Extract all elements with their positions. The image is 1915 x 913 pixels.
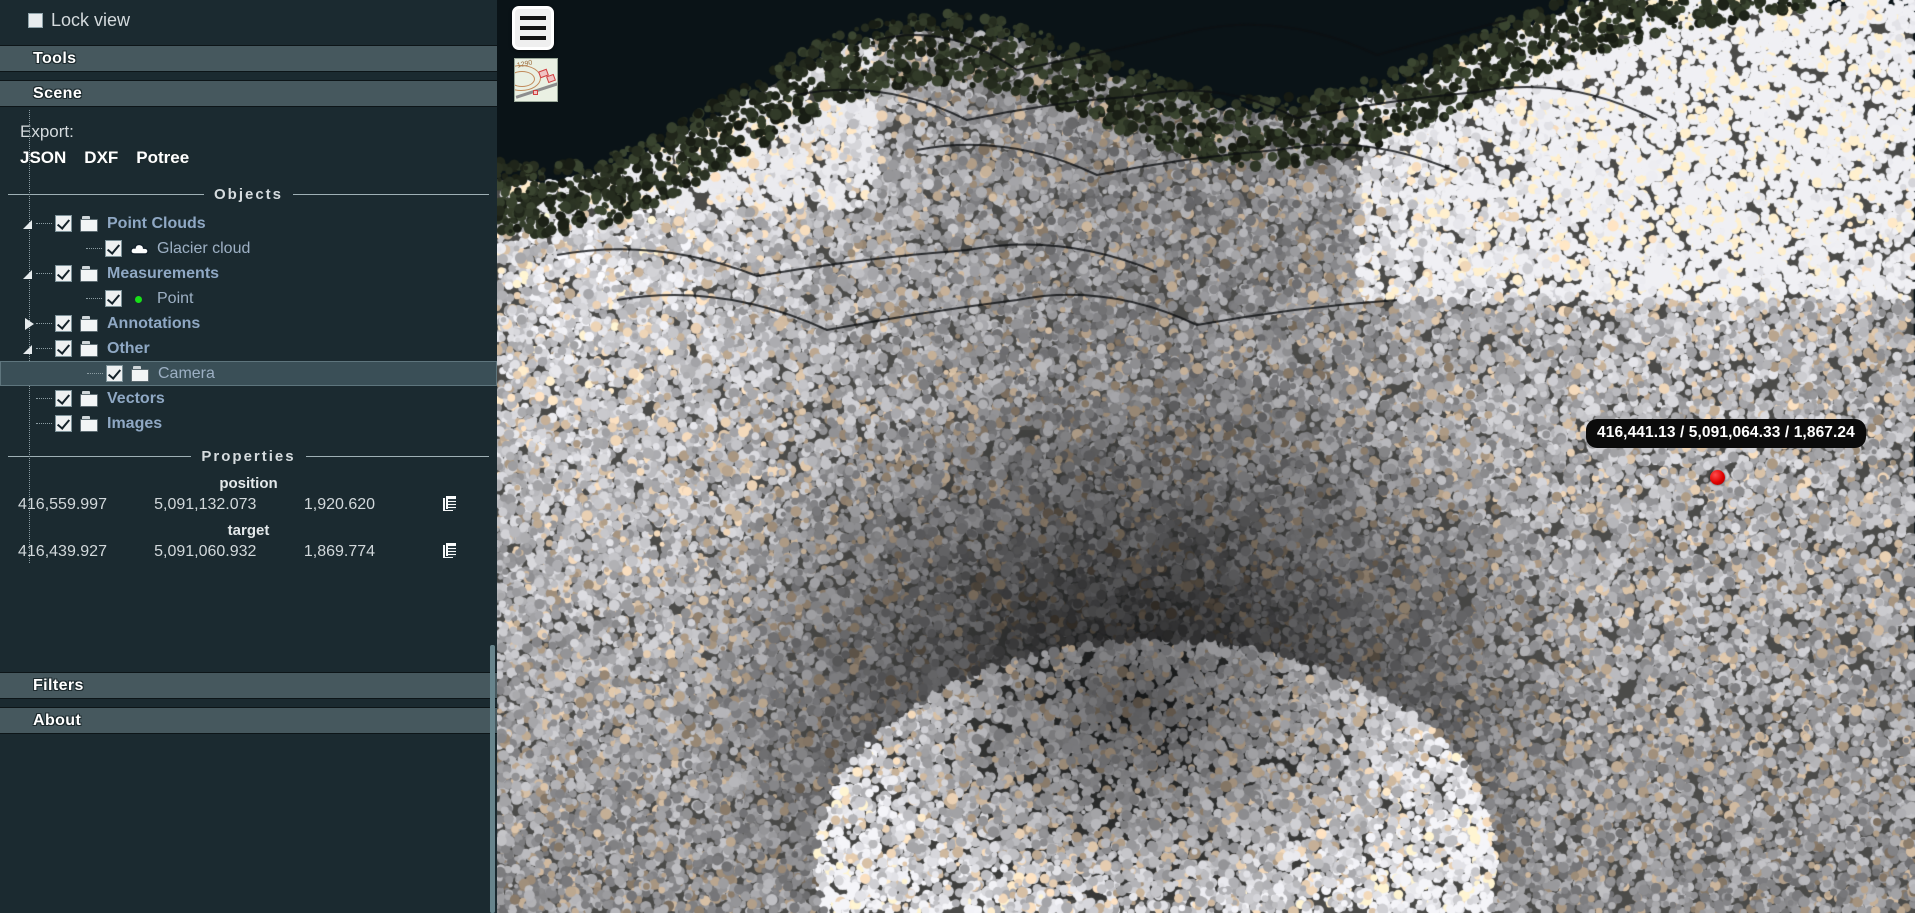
visibility-checkbox[interactable] — [105, 290, 122, 307]
export-label: Export: — [20, 122, 74, 141]
divider-line-right — [305, 456, 490, 457]
position-x: 416,559.997 — [18, 496, 107, 513]
target-y: 5,091,060.932 — [154, 543, 257, 560]
folder-icon — [80, 390, 99, 407]
folder-icon — [80, 415, 99, 432]
accordion-header-tools[interactable]: Tools — [0, 45, 497, 72]
target-values: 416,439.927 5,091,060.932 1,869.774 — [0, 543, 440, 561]
visibility-checkbox[interactable] — [55, 215, 72, 232]
sidebar-scroll-area: Lock view Tools Scene Export: JSON DXF P… — [0, 0, 497, 913]
target-row: 416,439.927 5,091,060.932 1,869.774 — [0, 541, 497, 563]
visibility-checkbox[interactable] — [55, 315, 72, 332]
folder-icon — [80, 315, 99, 332]
3d-viewport[interactable]: 1290 416,441.13 / 5,091,064.33 / 1,867.2… — [497, 0, 1915, 913]
tree-row-label: Measurements — [107, 264, 220, 282]
position-y: 5,091,132.073 — [154, 496, 257, 513]
expand-triangle-icon[interactable] — [22, 317, 36, 331]
copy-position-icon[interactable] — [442, 495, 459, 514]
position-row: 416,559.997 5,091,132.073 1,920.620 — [0, 494, 497, 516]
position-values: 416,559.997 5,091,132.073 1,920.620 — [0, 496, 440, 514]
collapse-triangle-icon[interactable] — [22, 217, 36, 231]
tree-connector — [36, 398, 52, 399]
visibility-checkbox[interactable] — [55, 390, 72, 407]
export-links: JSON DXF Potree — [0, 148, 497, 176]
tree-connector — [86, 248, 102, 249]
visibility-checkbox[interactable] — [105, 240, 122, 257]
potree-viewer: Lock view Tools Scene Export: JSON DXF P… — [0, 0, 1915, 913]
position-z: 1,920.620 — [303, 496, 376, 513]
tree-row-label: Images — [107, 414, 163, 432]
tree-connector — [86, 298, 102, 299]
tree-row-vectors[interactable]: Vectors — [0, 386, 497, 411]
divider-line-right — [293, 194, 489, 195]
tree-row-glacier-cloud[interactable]: Glacier cloud — [0, 236, 497, 261]
tree-row-label: Glacier cloud — [157, 239, 251, 257]
collapse-triangle-icon[interactable] — [22, 267, 36, 281]
measurement-point-marker[interactable] — [1710, 470, 1725, 485]
tree-row-measurements[interactable]: Measurements — [0, 261, 497, 286]
properties-title: Properties — [201, 448, 296, 465]
sidebar: Lock view Tools Scene Export: JSON DXF P… — [0, 0, 497, 913]
measurement-tooltip: 416,441.13 / 5,091,064.33 / 1,867.24 — [1586, 419, 1866, 448]
tree-row-camera[interactable]: Camera — [0, 361, 497, 386]
tree-row-point[interactable]: Point — [0, 286, 497, 311]
divider-line-left — [8, 456, 192, 457]
tree-row-label: Point — [157, 289, 194, 307]
accordion-header-scene[interactable]: Scene — [0, 80, 497, 107]
position-label: position — [219, 475, 278, 492]
tree-connector — [36, 323, 52, 324]
lock-view-checkbox[interactable] — [28, 12, 43, 28]
folder-icon — [80, 215, 99, 232]
tree-connector — [36, 348, 52, 349]
lock-view-label: Lock view — [51, 9, 131, 30]
object-tree: Point Clouds Glacier cloud Measurements Poi… — [0, 110, 497, 563]
lock-view-row[interactable]: Lock view — [0, 0, 497, 40]
folder-icon — [131, 365, 150, 382]
accordion-header-filters[interactable]: Filters — [0, 672, 497, 699]
folder-icon — [80, 340, 99, 357]
tree-row-label: Camera — [158, 364, 215, 382]
folder-icon — [80, 265, 99, 282]
copy-target-icon[interactable] — [442, 542, 459, 561]
tree-row-label: Other — [107, 339, 150, 357]
sidebar-scrollbar[interactable] — [490, 645, 495, 913]
tree-row-point-clouds[interactable]: Point Clouds — [0, 211, 497, 236]
properties-divider: Properties — [8, 448, 490, 465]
tree-connector — [36, 223, 52, 224]
point-icon — [130, 291, 149, 307]
tree-row-images[interactable]: Images — [0, 411, 497, 436]
hamburger-menu-icon[interactable] — [512, 6, 554, 50]
tree-connector — [36, 423, 52, 424]
export-json-link[interactable]: JSON — [20, 148, 66, 168]
export-dxf-link[interactable]: DXF — [84, 148, 118, 168]
collapse-triangle-icon[interactable] — [22, 342, 36, 356]
tree-connector — [36, 273, 52, 274]
target-label: target — [227, 522, 270, 539]
tree-row-label: Annotations — [107, 314, 201, 332]
divider-line-left — [8, 194, 204, 195]
tree-row-annotations[interactable]: Annotations — [0, 311, 497, 336]
copy-icon-front-page — [445, 495, 457, 510]
target-z: 1,869.774 — [303, 543, 376, 560]
objects-title: Objects — [213, 186, 284, 203]
tree-row-label: Vectors — [107, 389, 165, 407]
objects-divider: Objects — [8, 186, 489, 203]
tree-connector — [87, 373, 103, 374]
point-cloud-canvas[interactable] — [497, 0, 1915, 913]
accordion-header-about[interactable]: About — [0, 707, 497, 734]
visibility-checkbox[interactable] — [106, 365, 123, 382]
target-x: 416,439.927 — [18, 543, 107, 560]
export-potree-link[interactable]: Potree — [136, 148, 189, 168]
scene-panel-body: Export: JSON DXF Potree Objects Point Cl… — [0, 110, 497, 563]
copy-icon-front-page — [445, 542, 457, 557]
visibility-checkbox[interactable] — [55, 340, 72, 357]
tree-row-other[interactable]: Other — [0, 336, 497, 361]
map-thumbnail-icon[interactable]: 1290 — [514, 58, 558, 102]
tree-row-label: Point Clouds — [107, 214, 206, 232]
visibility-checkbox[interactable] — [55, 265, 72, 282]
visibility-checkbox[interactable] — [55, 415, 72, 432]
cloud-icon — [130, 241, 149, 257]
